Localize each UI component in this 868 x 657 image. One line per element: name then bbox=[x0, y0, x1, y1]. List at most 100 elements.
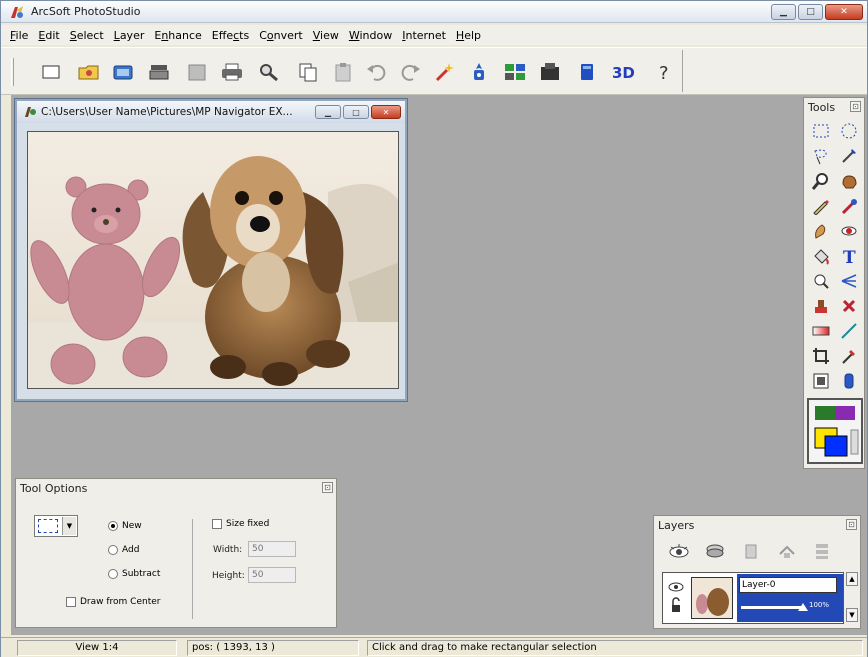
layer-name[interactable]: Layer-0 bbox=[739, 577, 837, 593]
opacity-slider[interactable] bbox=[741, 606, 803, 609]
arrange-icon[interactable] bbox=[503, 60, 527, 84]
height-field[interactable] bbox=[248, 567, 296, 583]
menu-item-9[interactable]: Internet bbox=[397, 29, 451, 42]
menu-item-8[interactable]: Window bbox=[344, 29, 397, 42]
draw-from-center-checkbox[interactable]: Draw from Center bbox=[66, 597, 160, 607]
crop-icon[interactable] bbox=[808, 343, 834, 368]
fill-icon[interactable] bbox=[808, 243, 834, 268]
image-close-button[interactable]: ✕ bbox=[371, 105, 401, 119]
lasso-icon[interactable] bbox=[808, 143, 834, 168]
3d-icon[interactable]: 3D bbox=[610, 60, 640, 84]
mode-subtract-label: Subtract bbox=[122, 569, 161, 579]
line-icon[interactable] bbox=[836, 268, 862, 293]
layers-scrollbar[interactable]: ▲ ▼ bbox=[846, 572, 858, 624]
image-window-titlebar[interactable]: C:\Users\User Name\Pictures\MP Navigator… bbox=[17, 101, 405, 123]
new-layer-icon[interactable] bbox=[704, 542, 726, 560]
menu-item-10[interactable]: Help bbox=[451, 29, 486, 42]
find-icon[interactable] bbox=[257, 60, 281, 84]
scroll-up-icon[interactable]: ▲ bbox=[846, 572, 858, 586]
paste-icon[interactable] bbox=[331, 60, 355, 84]
mode-new-radio[interactable]: New bbox=[108, 521, 142, 531]
film-icon[interactable] bbox=[538, 60, 562, 84]
magic-wand-icon[interactable] bbox=[433, 60, 457, 84]
close-button[interactable]: ✕ bbox=[825, 4, 863, 20]
clone-icon[interactable] bbox=[836, 193, 862, 218]
pencil-icon[interactable] bbox=[808, 193, 834, 218]
dodge-icon[interactable] bbox=[808, 268, 834, 293]
layer-row[interactable]: Layer-0 100% bbox=[662, 572, 844, 624]
color-selector[interactable] bbox=[807, 398, 863, 464]
save-icon[interactable] bbox=[185, 60, 209, 84]
draw-line-icon[interactable] bbox=[836, 318, 862, 343]
new-icon[interactable] bbox=[39, 60, 63, 84]
cylinder-icon[interactable] bbox=[836, 368, 862, 393]
minimize-button[interactable]: ▁ bbox=[771, 4, 796, 20]
menu-text-rest: elp bbox=[464, 28, 482, 42]
zoom-icon[interactable] bbox=[808, 168, 834, 193]
red-eye-icon[interactable] bbox=[836, 218, 862, 243]
settings-icon[interactable] bbox=[467, 60, 491, 84]
print-icon[interactable] bbox=[220, 60, 244, 84]
redo-icon[interactable] bbox=[398, 60, 422, 84]
svg-text:T: T bbox=[843, 248, 856, 265]
size-fixed-checkbox[interactable]: Size fixed bbox=[212, 519, 269, 529]
mode-new-label: New bbox=[122, 521, 142, 531]
resize-icon[interactable] bbox=[808, 368, 834, 393]
hand-icon[interactable] bbox=[836, 168, 862, 193]
smudge-icon[interactable] bbox=[808, 218, 834, 243]
menu-item-6[interactable]: Convert bbox=[254, 29, 308, 42]
text-icon[interactable]: T bbox=[836, 243, 862, 268]
mode-subtract-radio[interactable]: Subtract bbox=[108, 569, 160, 579]
menu-item-1[interactable]: Edit bbox=[33, 29, 64, 42]
menu-item-7[interactable]: View bbox=[308, 29, 344, 42]
layers-panel-close-icon[interactable]: ⊡ bbox=[846, 519, 857, 530]
menu-text-rest: ayer bbox=[119, 28, 145, 42]
layer-info[interactable]: Layer-0 100% bbox=[737, 574, 843, 622]
menu-item-2[interactable]: Select bbox=[65, 29, 109, 42]
width-field[interactable] bbox=[248, 541, 296, 557]
book-icon[interactable] bbox=[575, 60, 599, 84]
tools-panel-close-icon[interactable]: ⊡ bbox=[850, 101, 861, 112]
print-preview-icon[interactable] bbox=[147, 60, 171, 84]
menu-item-5[interactable]: Effects bbox=[207, 29, 254, 42]
menu-item-4[interactable]: Enhance bbox=[149, 29, 206, 42]
menu-item-0[interactable]: File bbox=[5, 29, 33, 42]
maximize-button[interactable]: □ bbox=[798, 4, 823, 20]
color-swatches bbox=[814, 406, 859, 457]
flatten-layer-icon[interactable] bbox=[812, 542, 834, 560]
menu-accelerator: S bbox=[69, 28, 77, 42]
menu-text-rest: nvert bbox=[273, 28, 303, 42]
selection-shape-dropdown[interactable]: ▼ bbox=[34, 515, 78, 537]
copy-icon[interactable] bbox=[296, 60, 320, 84]
app-window: ArcSoft PhotoStudio ▁ □ ✕ File Edit Select… bbox=[0, 0, 868, 657]
merge-layer-icon[interactable] bbox=[776, 542, 798, 560]
eyedropper-icon[interactable] bbox=[836, 343, 862, 368]
image-maximize-button[interactable]: □ bbox=[343, 105, 369, 119]
status-bar: View 1:4 pos: ( 1393, 13 ) Click and dra… bbox=[1, 637, 867, 657]
gradient-icon[interactable] bbox=[808, 318, 834, 343]
undo-icon[interactable] bbox=[365, 60, 389, 84]
toolbar-grip[interactable] bbox=[11, 58, 14, 86]
menu-accelerator: W bbox=[348, 28, 360, 42]
image-window[interactable]: C:\Users\User Name\Pictures\MP Navigator… bbox=[15, 99, 407, 401]
menu-text-rest: iew bbox=[320, 28, 339, 42]
menu-text-rest: nternet bbox=[405, 28, 446, 42]
visibility-eye-icon[interactable] bbox=[668, 542, 690, 560]
ellipse-select-icon[interactable] bbox=[836, 118, 862, 143]
open-icon[interactable] bbox=[77, 60, 101, 84]
acquire-icon[interactable] bbox=[111, 60, 135, 84]
menu-accelerator: V bbox=[312, 28, 321, 42]
menu-item-3[interactable]: Layer bbox=[109, 29, 150, 42]
help-icon[interactable]: ? bbox=[653, 60, 677, 84]
tool-options-close-icon[interactable]: ⊡ bbox=[322, 482, 333, 493]
rectangle-select-icon[interactable] bbox=[808, 118, 834, 143]
image-minimize-button[interactable]: ▁ bbox=[315, 105, 341, 119]
photo-canvas[interactable] bbox=[27, 131, 399, 389]
delete-layer-icon[interactable] bbox=[740, 542, 762, 560]
brush-icon[interactable] bbox=[836, 143, 862, 168]
opacity-slider-thumb[interactable] bbox=[798, 603, 808, 611]
scroll-down-icon[interactable]: ▼ bbox=[846, 608, 858, 622]
sharpen-icon[interactable] bbox=[836, 293, 862, 318]
mode-add-radio[interactable]: Add bbox=[108, 545, 139, 555]
stamp-icon[interactable] bbox=[808, 293, 834, 318]
